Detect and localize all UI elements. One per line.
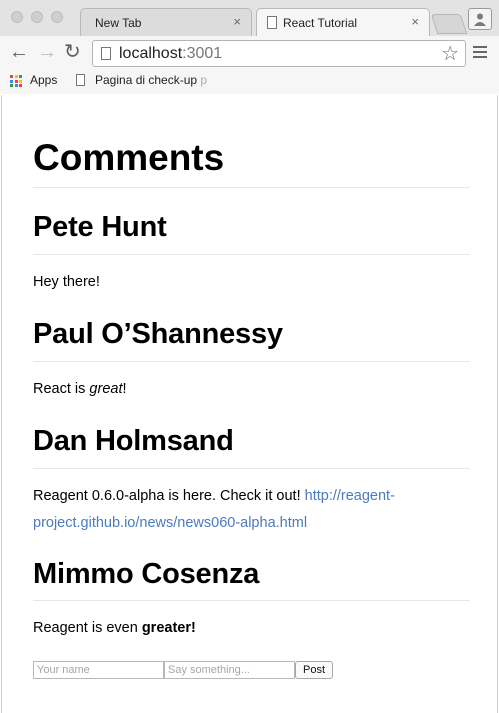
bookmarks-bar: Apps Pagina di check-up p [0, 70, 499, 94]
comment-author: Dan Holmsand [33, 425, 234, 457]
browser-chrome: New Tab × React Tutorial × ← → ↻ localho… [0, 0, 499, 94]
post-button[interactable]: Post [295, 661, 333, 679]
document-icon [267, 16, 277, 29]
apps-grid-dot [10, 79, 13, 83]
address-bar[interactable]: localhost:3001 ☆ [92, 40, 466, 67]
browser-toolbar: ← → ↻ localhost:3001 ☆ [0, 36, 499, 70]
new-tab-button[interactable] [430, 14, 468, 34]
divider [33, 468, 470, 469]
apps-grid-dot [10, 75, 13, 78]
bookmark-label-fade: p [197, 73, 208, 87]
page-title: Comments [33, 137, 225, 178]
apps-grid-dot [14, 75, 18, 78]
comment-text: React is great! [33, 376, 470, 403]
apps-grid-dot [19, 84, 22, 87]
tab-label: React Tutorial [283, 16, 358, 30]
apps-grid-dot [14, 79, 18, 83]
forward-arrow-icon[interactable]: → [37, 42, 57, 62]
comment-text-part: React is [33, 381, 90, 397]
tab-close-icon[interactable]: × [411, 14, 419, 29]
author-input[interactable] [33, 661, 164, 679]
comment-text-part: ! [122, 381, 127, 397]
comment-author: Mimmo Cosenza [33, 558, 260, 590]
comment-text: Hey there! [33, 269, 470, 296]
divider [33, 254, 470, 255]
apps-grid-dot [19, 79, 22, 83]
comment-strong: greater! [141, 620, 196, 636]
tab-react-tutorial[interactable]: React Tutorial × [256, 8, 430, 36]
reload-icon[interactable]: ↻ [64, 42, 81, 62]
comment-text: Reagent is even greater! [33, 615, 470, 642]
back-arrow-icon[interactable]: ← [9, 42, 29, 62]
comment-text-part: Reagent 0.6.0-alpha is here. Check it ou… [33, 488, 305, 504]
comment-text-part: Hey there! [33, 274, 100, 290]
minimize-window-button[interactable] [31, 11, 43, 23]
page-info-icon[interactable] [101, 47, 111, 60]
apps-grid-dot [19, 75, 22, 78]
comment-author: Paul O’Shannessy [33, 318, 283, 350]
comment-text: Reagent 0.6.0-alpha is here. Check it ou… [33, 483, 470, 537]
tab-close-icon[interactable]: × [233, 14, 241, 29]
menu-icon[interactable] [473, 46, 487, 61]
close-window-button[interactable] [11, 11, 23, 23]
comment-author: Pete Hunt [33, 211, 167, 243]
comment-text-part: Reagent is even [33, 620, 142, 636]
bookmark-apps[interactable]: Apps [30, 73, 57, 87]
divider [33, 600, 470, 601]
page-viewport: Comments Pete Hunt Hey there! Paul O’Sha… [1, 95, 498, 713]
tab-strip: New Tab × React Tutorial × [0, 0, 499, 36]
divider [33, 361, 470, 362]
apps-grid-dot [10, 84, 13, 87]
profile-button[interactable] [468, 8, 492, 30]
url-port: :3001 [182, 45, 223, 62]
bookmark-star-icon[interactable]: ☆ [441, 41, 459, 66]
url-text[interactable]: localhost:3001 [119, 45, 222, 63]
apps-grid-dot [14, 84, 18, 87]
divider [33, 187, 470, 188]
apps-grid-icon [10, 75, 22, 87]
tab-new-tab[interactable]: New Tab × [80, 8, 252, 36]
comment-input[interactable] [164, 661, 295, 679]
bookmark-label: Pagina di check-up [95, 73, 198, 87]
person-icon [474, 13, 486, 26]
maximize-window-button[interactable] [51, 11, 63, 23]
bookmark-pagina-check-up[interactable]: Pagina di check-up p [95, 73, 207, 87]
tab-label: New Tab [95, 16, 142, 30]
url-host: localhost [119, 45, 183, 62]
comment-emphasis: great [89, 381, 123, 397]
document-icon [76, 74, 85, 86]
